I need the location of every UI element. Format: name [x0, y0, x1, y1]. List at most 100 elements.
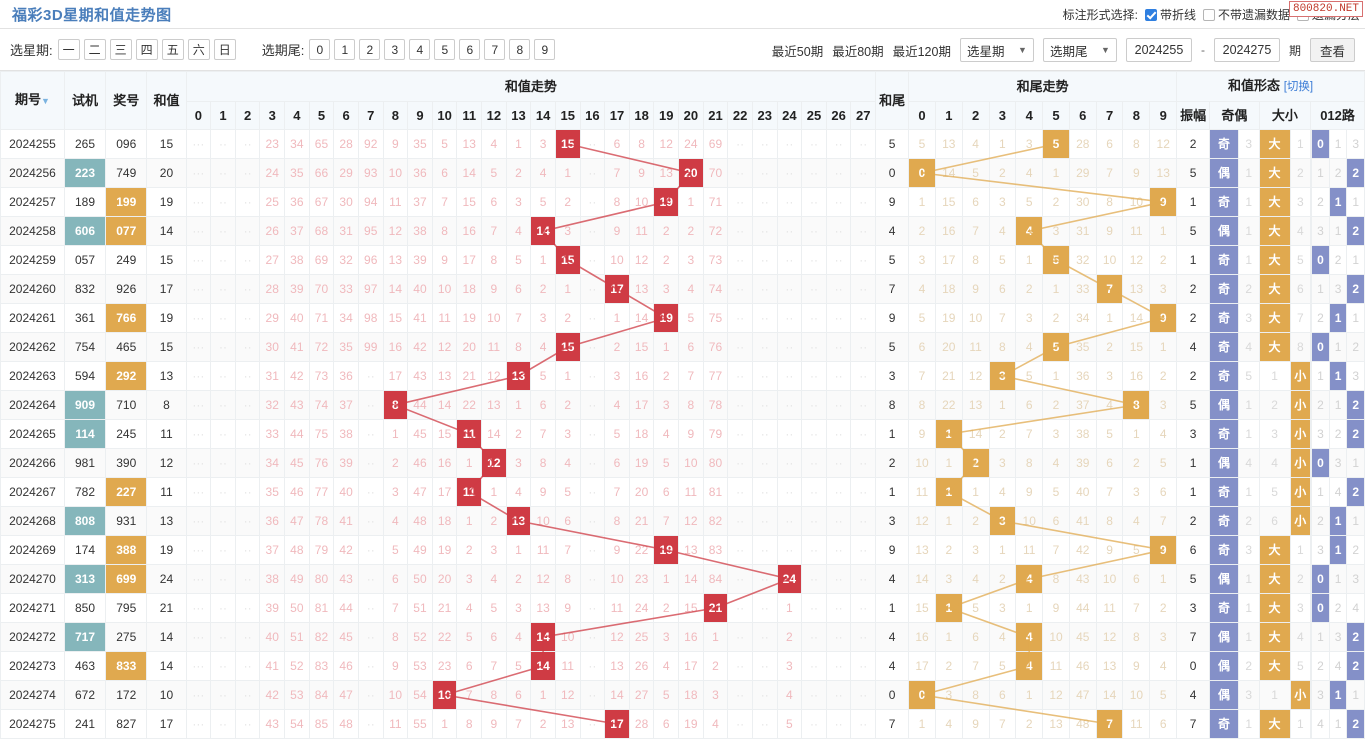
table-row[interactable]: 2024271 850 795 21 ··· ·· ·· 39 50 81 44 ·· 7 51 21 4 5 3…: [0, 593, 1365, 623]
th-sum-col-20[interactable]: 20: [678, 101, 704, 130]
tail-chip-3[interactable]: 3: [384, 39, 406, 60]
th-sum-col-5[interactable]: 5: [308, 101, 335, 130]
th-sum-col-15[interactable]: 15: [554, 101, 581, 130]
cell-issue[interactable]: 2024263: [0, 361, 65, 391]
quick-range-50[interactable]: 最近50期: [772, 41, 823, 60]
table-row[interactable]: 2024270 313 699 24 ··· ·· ·· 38 49 80 43 ·· 6 50 20 3 4 2…: [0, 564, 1365, 594]
table-row[interactable]: 2024275 241 827 17 ··· ·· ·· 43 54 85 48 ·· 11 55 1 8 9 7…: [0, 709, 1365, 739]
th-tail-col-0[interactable]: 0: [908, 101, 936, 130]
weekday-chip-4[interactable]: 四: [135, 39, 158, 60]
cell-issue[interactable]: 2024274: [0, 680, 65, 710]
weekday-chip-3[interactable]: 三: [109, 39, 132, 60]
th-sum-col-2[interactable]: 2: [234, 101, 261, 130]
cell-issue[interactable]: 2024261: [0, 303, 65, 333]
table-row[interactable]: 2024264 909 710 8 ··· ·· ·· 32 43 74 37 ·· 8 44 14 22 13…: [0, 390, 1365, 420]
th-sum-col-12[interactable]: 12: [481, 101, 507, 130]
table-row[interactable]: 2024255 265 096 15 ··· ·· ·· 23 34 65 28 92 9 35 5 13 4 1…: [0, 129, 1365, 159]
tail-chip-2[interactable]: 2: [359, 39, 381, 60]
th-sum-col-22[interactable]: 22: [727, 101, 753, 130]
sort-caret-icon[interactable]: ▼: [41, 96, 50, 106]
weekday-chip-6[interactable]: 六: [187, 39, 210, 60]
cell-issue[interactable]: 2024260: [0, 274, 65, 304]
weekday-select[interactable]: 选星期 ▼: [959, 38, 1034, 62]
th-sum-col-9[interactable]: 9: [407, 101, 433, 130]
cell-issue[interactable]: 2024258: [0, 216, 65, 246]
table-row[interactable]: 2024258 606 077 14 ··· ·· ·· 26 37 68 31 95 12 38 8 16 7…: [0, 216, 1365, 246]
table-row[interactable]: 2024257 189 199 19 ··· ·· ·· 25 36 67 30 94 11 37 7 15 6…: [0, 187, 1365, 217]
range-to-input[interactable]: 2024275: [1213, 38, 1280, 62]
range-from-input[interactable]: 2024255: [1125, 38, 1192, 62]
table-row[interactable]: 2024265 114 245 11 ··· ·· ·· 33 44 75 38 ·· 1 45 15 11 1…: [0, 419, 1365, 449]
th-tail-col-9[interactable]: 9: [1149, 101, 1178, 130]
th-tail-col-8[interactable]: 8: [1122, 101, 1151, 130]
cell-issue[interactable]: 2024267: [0, 477, 65, 507]
cell-issue[interactable]: 2024264: [0, 390, 65, 420]
cell-issue[interactable]: 2024259: [0, 245, 65, 275]
cell-issue[interactable]: 2024271: [0, 593, 65, 623]
th-sum-col-27[interactable]: 27: [850, 101, 877, 130]
th-sum-col-7[interactable]: 7: [357, 101, 384, 130]
cell-issue[interactable]: 2024273: [0, 651, 65, 681]
th-sum-col-0[interactable]: 0: [185, 101, 212, 130]
weekday-chip-2[interactable]: 二: [83, 39, 106, 60]
th-sum-col-1[interactable]: 1: [210, 101, 236, 130]
tail-chip-7[interactable]: 7: [484, 39, 506, 60]
th-sum-col-23[interactable]: 23: [751, 101, 778, 130]
th-sum-col-8[interactable]: 8: [382, 101, 409, 130]
th-sum-col-14[interactable]: 14: [530, 101, 556, 130]
cell-issue[interactable]: 2024272: [0, 622, 65, 652]
table-row[interactable]: 2024266 981 390 12 ··· ·· ·· 34 45 76 39 ·· 2 46 16 1 12…: [0, 448, 1365, 478]
th-sum-col-17[interactable]: 17: [604, 101, 630, 130]
th-tail-col-6[interactable]: 6: [1068, 101, 1097, 130]
tail-chip-0[interactable]: 0: [309, 39, 331, 60]
cell-issue[interactable]: 2024257: [0, 187, 65, 217]
table-row[interactable]: 2024262 754 465 15 ··· ·· ·· 30 41 72 35 99 16 42 12 20…: [0, 332, 1365, 362]
th-tail-col-4[interactable]: 4: [1015, 101, 1044, 130]
th-sum-col-18[interactable]: 18: [628, 101, 655, 130]
cell-issue[interactable]: 2024270: [0, 564, 65, 594]
cell-issue[interactable]: 2024255: [0, 129, 65, 159]
table-row[interactable]: 2024263 594 292 13 ··· ·· ·· 31 42 73 36 ·· 17 43 13 21…: [0, 361, 1365, 391]
th-sum-col-3[interactable]: 3: [259, 101, 286, 130]
th-sum-col-26[interactable]: 26: [825, 101, 852, 130]
table-row[interactable]: 2024261 361 766 19 ··· ·· ·· 29 40 71 34 98 15 41 11 19…: [0, 303, 1365, 333]
quick-range-120[interactable]: 最近120期: [893, 41, 951, 60]
table-row[interactable]: 2024272 717 275 14 ··· ·· ·· 40 51 82 45 ·· 8 52 22 5 6 4…: [0, 622, 1365, 652]
checkbox-no-miss-data[interactable]: [1202, 8, 1215, 21]
th-tail-col-2[interactable]: 2: [961, 101, 990, 130]
th-sum-col-19[interactable]: 19: [653, 101, 680, 130]
weekday-chip-7[interactable]: 日: [213, 39, 236, 60]
quick-range-80[interactable]: 最近80期: [832, 41, 883, 60]
th-tail-col-3[interactable]: 3: [988, 101, 1017, 130]
table-row[interactable]: 2024259 057 249 15 ··· ·· ·· 27 38 69 32 96 13 39 9 17 8…: [0, 245, 1365, 275]
table-row[interactable]: 2024260 832 926 17 ··· ·· ·· 28 39 70 33 97 14 40 10 18…: [0, 274, 1365, 304]
tail-select[interactable]: 选期尾 ▼: [1042, 38, 1117, 62]
table-row[interactable]: 2024268 808 931 13 ··· ·· ·· 36 47 78 41 ·· 4 48 18 1 2 1…: [0, 506, 1365, 536]
th-sum-col-4[interactable]: 4: [284, 101, 310, 130]
tail-chip-4[interactable]: 4: [409, 39, 431, 60]
table-row[interactable]: 2024256 223 749 20 ··· ·· ·· 24 35 66 29 93 10 36 6 14 5…: [0, 158, 1365, 188]
th-sum-col-16[interactable]: 16: [579, 101, 606, 130]
table-row[interactable]: 2024273 463 833 14 ··· ·· ·· 41 52 83 46 ·· 9 53 23 6 7 5…: [0, 651, 1365, 681]
th-tail-col-5[interactable]: 5: [1042, 101, 1070, 130]
tail-chip-6[interactable]: 6: [459, 39, 481, 60]
checkbox-with-polyline[interactable]: [1144, 8, 1157, 21]
shape-switch-link[interactable]: [切换]: [1284, 81, 1313, 93]
cell-issue[interactable]: 2024269: [0, 535, 65, 565]
option-with-polyline[interactable]: 带折线: [1144, 6, 1196, 23]
cell-issue[interactable]: 2024266: [0, 448, 65, 478]
th-sum-col-25[interactable]: 25: [801, 101, 827, 130]
cell-issue[interactable]: 2024275: [0, 709, 65, 739]
option-no-miss-data[interactable]: 不带遗漏数据: [1202, 6, 1290, 23]
cell-issue[interactable]: 2024262: [0, 332, 65, 362]
th-sum-col-10[interactable]: 10: [431, 101, 458, 130]
th-sum-col-6[interactable]: 6: [333, 101, 359, 130]
th-sum-col-21[interactable]: 21: [702, 101, 729, 130]
weekday-chip-1[interactable]: 一: [57, 39, 80, 60]
cell-issue[interactable]: 2024268: [0, 506, 65, 536]
weekday-chip-5[interactable]: 五: [161, 39, 184, 60]
th-issue[interactable]: 期号▼: [0, 71, 65, 130]
tail-chip-5[interactable]: 5: [434, 39, 456, 60]
table-row[interactable]: 2024269 174 388 19 ··· ·· ·· 37 48 79 42 ·· 5 49 19 2 3 1…: [0, 535, 1365, 565]
table-row[interactable]: 2024267 782 227 11 ··· ·· ·· 35 46 77 40 ·· 3 47 17 11 1…: [0, 477, 1365, 507]
